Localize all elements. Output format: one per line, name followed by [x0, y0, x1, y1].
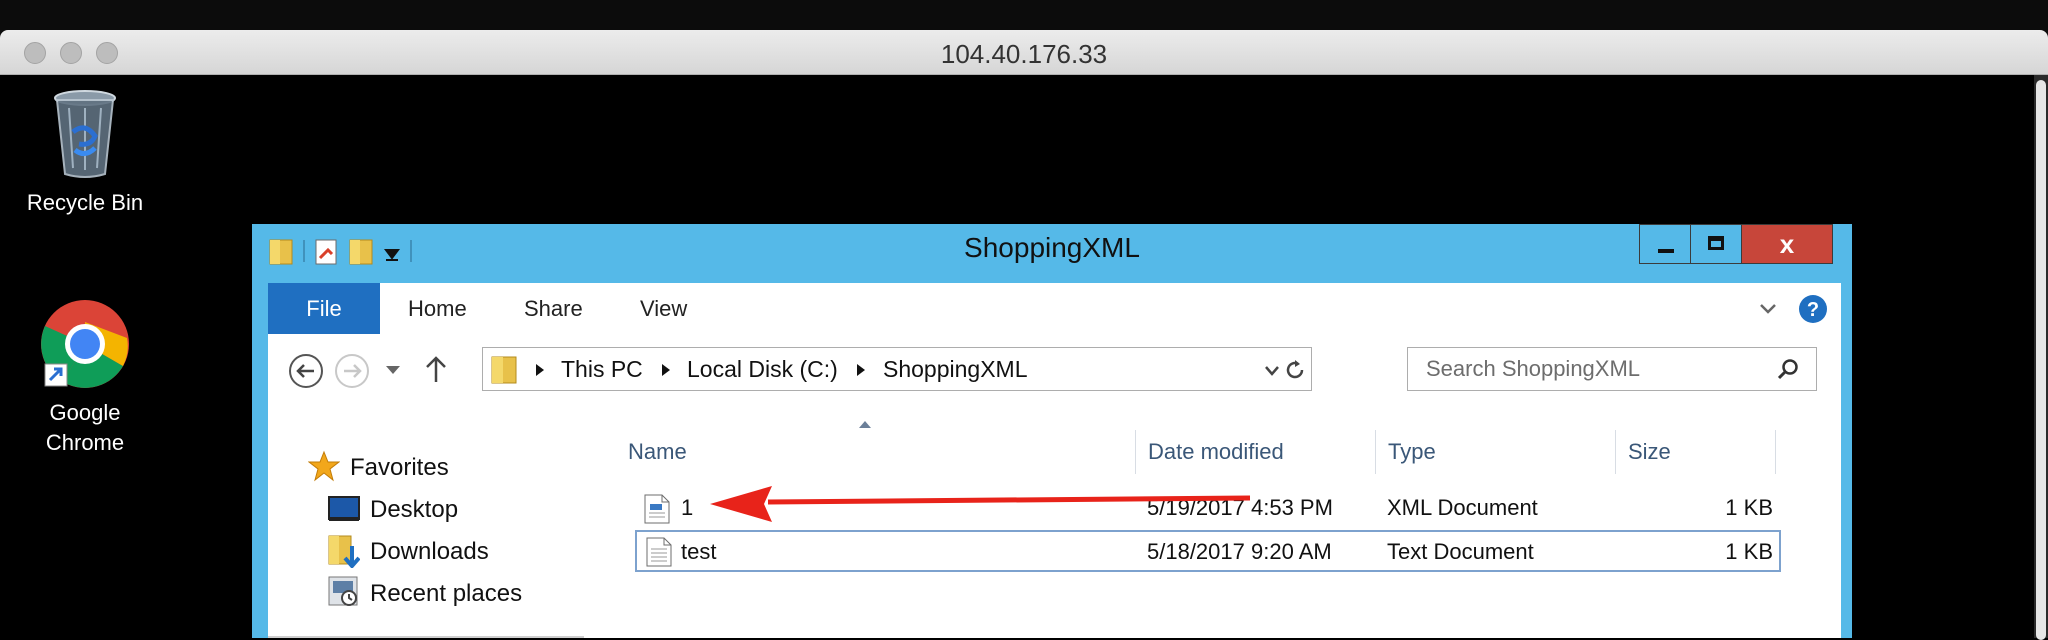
column-header-name[interactable]: Name [616, 430, 1136, 474]
scrollbar-thumb[interactable] [2036, 80, 2046, 640]
table-row-selected[interactable]: test 5/18/2017 9:20 AM Text Document 1 K… [635, 530, 1781, 572]
nav-favorites[interactable]: Favorites [350, 454, 449, 482]
google-chrome-icon [41, 300, 129, 388]
text-document-icon [646, 537, 672, 567]
xml-document-icon [644, 494, 670, 524]
search-placeholder: Search ShoppingXML [1426, 356, 1641, 381]
column-header-size[interactable]: Size [1616, 430, 1776, 474]
desktop-icon [328, 496, 360, 521]
breadcrumb-shoppingxml[interactable]: ShoppingXML [883, 356, 1028, 383]
explorer-content: Favorites Desktop Downloads Recent place… [268, 418, 1841, 638]
file-explorer-window: ShoppingXML x File Home Share View ? Thi… [252, 224, 1852, 638]
maximize-icon [1708, 236, 1724, 250]
search-icon[interactable] [1776, 358, 1800, 382]
close-button[interactable]: x [1741, 224, 1833, 264]
breadcrumb-separator-icon [662, 364, 670, 376]
recent-locations-icon[interactable] [384, 363, 402, 377]
back-arrow-icon[interactable] [288, 353, 324, 389]
recent-places-icon [328, 576, 358, 606]
breadcrumb-separator-icon [857, 364, 865, 376]
search-box[interactable]: Search ShoppingXML [1407, 347, 1817, 391]
recycle-bin-shortcut[interactable]: Recycle Bin [10, 88, 160, 218]
nav-recent-places[interactable]: Recent places [370, 580, 522, 608]
column-header-type[interactable]: Type [1376, 430, 1616, 474]
recycle-bin-icon [54, 90, 116, 178]
nav-desktop[interactable]: Desktop [370, 496, 458, 524]
file-name: test [681, 539, 717, 564]
expand-ribbon-icon[interactable] [1758, 299, 1778, 319]
remote-window-title: 104.40.176.33 [940, 39, 1108, 69]
folder-icon [491, 356, 517, 384]
recycle-bin-label: Recycle Bin [26, 190, 144, 215]
breadcrumb-this-pc[interactable]: This PC [561, 356, 643, 383]
remote-window-titlebar: 104.40.176.33 [0, 30, 2048, 75]
svg-text:?: ? [1807, 299, 1819, 321]
tab-share[interactable]: Share [524, 283, 583, 334]
file-size: 1 KB [1725, 495, 1773, 520]
google-chrome-label: Google Chrome [45, 400, 125, 455]
nav-downloads[interactable]: Downloads [370, 538, 489, 566]
tab-home[interactable]: Home [408, 283, 467, 334]
file-type: XML Document [1387, 495, 1538, 520]
file-type: Text Document [1387, 539, 1534, 564]
close-icon: x [1779, 229, 1795, 259]
file-name: 1 [681, 495, 694, 520]
explorer-window-title: ShoppingXML [964, 232, 1140, 263]
help-icon[interactable]: ? [1798, 294, 1828, 324]
navigation-bar: This PC Local Disk (C:) ShoppingXML Sear… [268, 334, 1841, 418]
tab-view[interactable]: View [640, 283, 687, 334]
annotation-arrow [710, 486, 1251, 522]
downloads-icon [328, 535, 360, 568]
address-dropdown-icon[interactable] [1263, 364, 1281, 378]
breadcrumb-local-disk[interactable]: Local Disk (C:) [687, 356, 838, 383]
maximize-button[interactable] [1690, 224, 1742, 264]
google-chrome-shortcut[interactable]: Google Chrome [10, 298, 160, 458]
favorites-star-icon [308, 450, 340, 482]
column-header-date-modified[interactable]: Date modified [1136, 430, 1376, 474]
tab-file[interactable]: File [268, 283, 380, 334]
navigation-pane: Favorites Desktop Downloads Recent place… [268, 418, 616, 638]
address-bar[interactable]: This PC Local Disk (C:) ShoppingXML [482, 347, 1312, 391]
minimize-icon [1658, 249, 1674, 253]
sort-ascending-icon [859, 421, 871, 428]
file-date-modified: 5/18/2017 9:20 AM [1147, 539, 1332, 564]
forward-arrow-icon[interactable] [334, 353, 370, 389]
ribbon-bar: File Home Share View ? [268, 283, 1841, 334]
file-size: 1 KB [1725, 539, 1773, 564]
minimize-button[interactable] [1639, 224, 1691, 264]
up-arrow-icon[interactable] [423, 354, 449, 386]
file-list: Name Date modified Type Size [616, 418, 1841, 638]
breadcrumb-separator-icon [536, 364, 544, 376]
refresh-icon[interactable] [1283, 358, 1307, 382]
